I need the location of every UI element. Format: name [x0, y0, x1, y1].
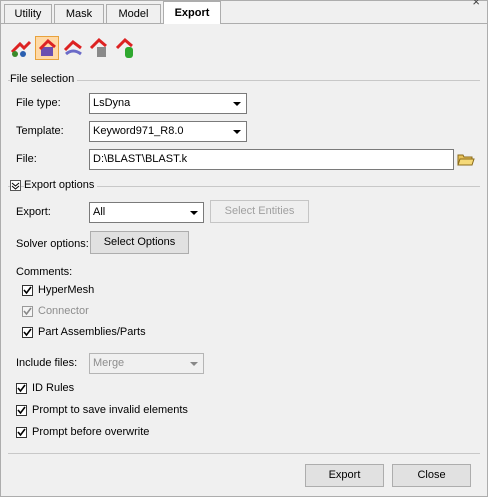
file-label: File:: [16, 153, 37, 165]
tab-export[interactable]: Export: [163, 1, 221, 24]
file-type-value: LsDyna: [93, 97, 131, 109]
template-label: Template:: [16, 125, 64, 137]
file-selection-label: File selection: [10, 73, 78, 85]
export-geometry-icon[interactable]: [35, 36, 59, 60]
include-files-dropdown[interactable]: Merge: [89, 353, 204, 374]
prompt-save-invalid-label: Prompt to save invalid elements: [32, 404, 188, 416]
checkmark-icon: [17, 406, 26, 415]
template-value: Keyword971_R8.0: [93, 125, 184, 137]
export-value: All: [93, 206, 106, 218]
connector-label: Connector: [38, 305, 89, 317]
open-folder-icon[interactable]: [457, 150, 475, 168]
chevron-down-icon: [233, 130, 241, 134]
include-files-label: Include files:: [16, 357, 78, 369]
export-solver-deck-icon[interactable]: [9, 36, 33, 60]
file-type-dropdown[interactable]: LsDyna: [89, 93, 247, 114]
checkmark-icon: [17, 384, 26, 393]
file-selection-divider: [8, 80, 480, 81]
export-dropdown[interactable]: All: [89, 202, 204, 223]
solver-options-label: Solver options:: [16, 238, 89, 250]
checkmark-icon: [23, 328, 32, 337]
checkmark-icon: [17, 428, 26, 437]
export-options-label: Export options: [24, 179, 98, 191]
prompt-overwrite-checkbox[interactable]: [16, 427, 27, 438]
prompt-save-invalid-checkbox[interactable]: [16, 405, 27, 416]
file-path-input[interactable]: D:\BLAST\BLAST.k: [89, 149, 454, 170]
id-rules-label: ID Rules: [32, 382, 75, 394]
select-entities-button[interactable]: Select Entities: [210, 200, 309, 223]
file-path-value: D:\BLAST\BLAST.k: [93, 153, 188, 165]
export-button[interactable]: Export: [305, 464, 384, 487]
tab-utility[interactable]: Utility: [4, 4, 52, 23]
export-connectors-icon[interactable]: [113, 36, 137, 60]
export-label: Export:: [16, 206, 51, 218]
checkmark-icon: [23, 286, 32, 295]
prompt-overwrite-label: Prompt before overwrite: [32, 426, 150, 438]
chevron-down-icon: [233, 102, 241, 106]
export-fe-surface-icon[interactable]: [61, 36, 85, 60]
tab-bar: Utility Mask Model Export ×: [0, 0, 488, 24]
tab-divider: [0, 23, 488, 24]
part-assemblies-label: Part Assemblies/Parts: [38, 326, 146, 338]
connector-checkbox: [22, 306, 33, 317]
part-assemblies-checkbox[interactable]: [22, 327, 33, 338]
footer-divider: [8, 453, 480, 454]
collapse-toggle-icon[interactable]: [10, 180, 21, 191]
checkmark-icon: [23, 307, 32, 316]
export-tables-icon[interactable]: [87, 36, 111, 60]
chevron-down-icon: [190, 211, 198, 215]
tab-model[interactable]: Model: [106, 4, 161, 23]
select-options-button[interactable]: Select Options: [90, 231, 189, 254]
id-rules-checkbox[interactable]: [16, 383, 27, 394]
close-button[interactable]: Close: [392, 464, 471, 487]
hypermesh-checkbox[interactable]: [22, 285, 33, 296]
tab-mask[interactable]: Mask: [54, 4, 104, 23]
hypermesh-label: HyperMesh: [38, 284, 95, 296]
include-files-value: Merge: [93, 357, 125, 369]
template-dropdown[interactable]: Keyword971_R8.0: [89, 121, 247, 142]
chevron-down-icon: [190, 362, 198, 366]
file-type-label: File type:: [16, 97, 61, 109]
comments-label: Comments:: [16, 266, 73, 278]
close-icon[interactable]: ×: [472, 0, 480, 9]
